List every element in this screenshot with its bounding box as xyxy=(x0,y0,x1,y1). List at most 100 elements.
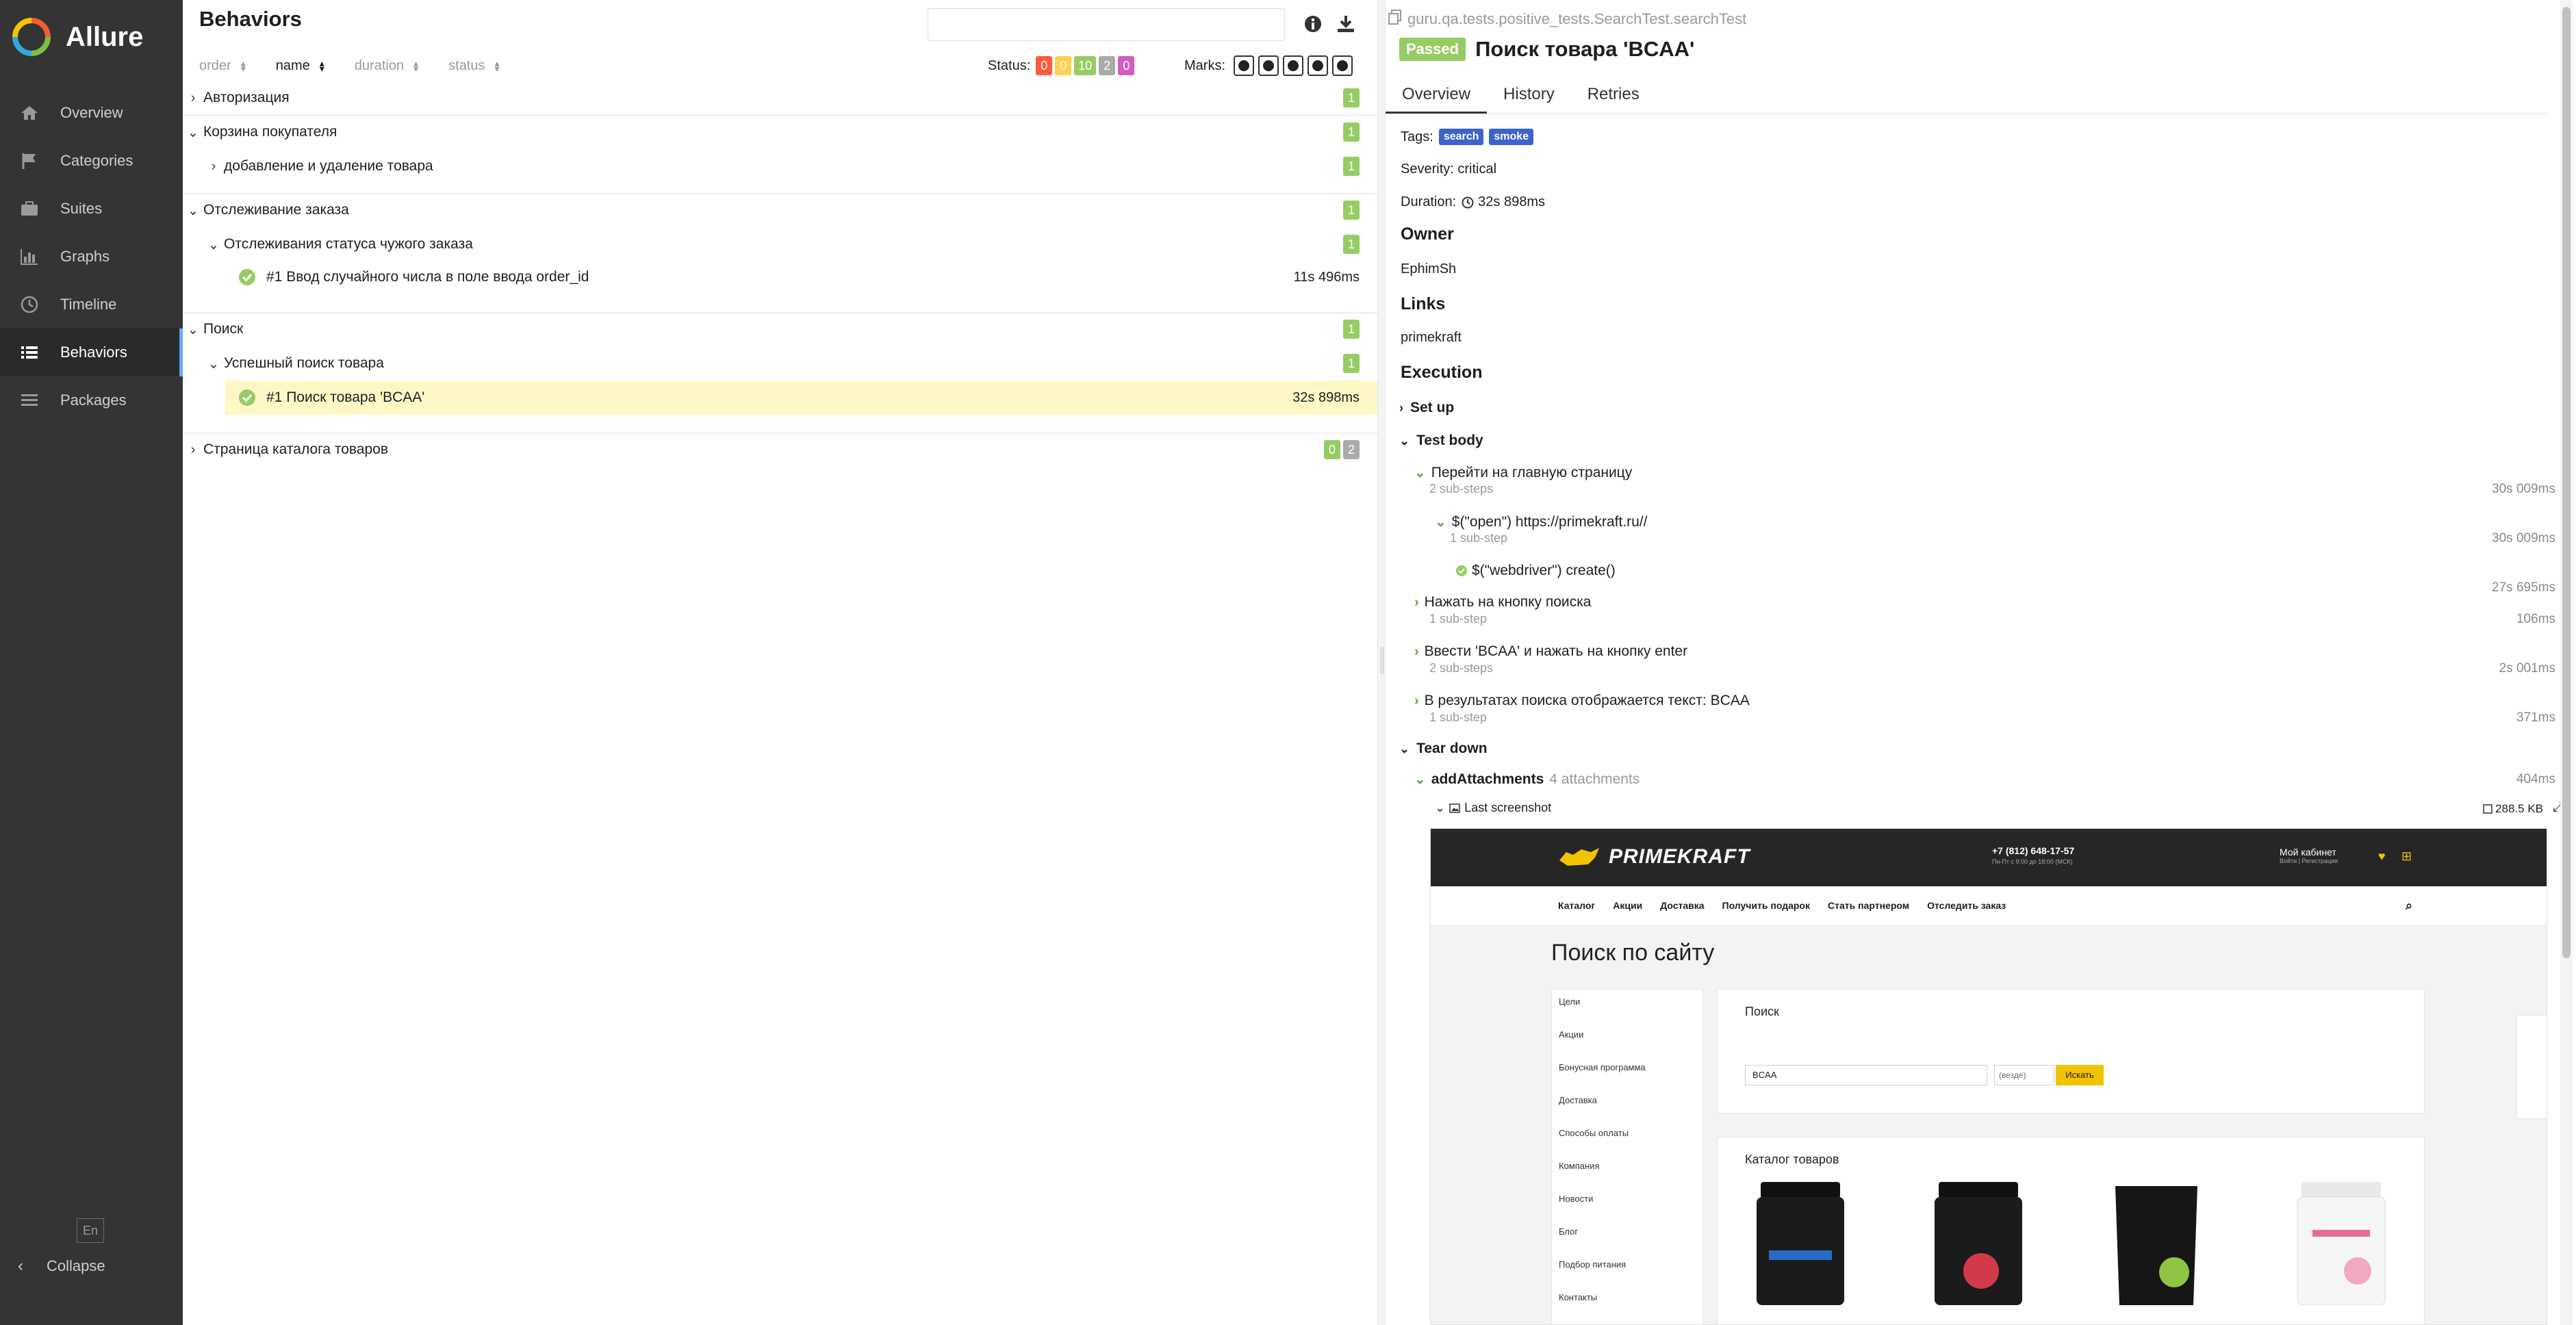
sidebar-item-label: Packages xyxy=(60,391,127,409)
info-icon[interactable] xyxy=(1303,14,1323,34)
site-nav-item: Акции xyxy=(1613,900,1643,911)
status-passed-chip[interactable]: 10 xyxy=(1074,56,1097,75)
tree-row-label: #1 Поиск товара 'BCAA' xyxy=(266,389,425,405)
new-broken-mark-icon[interactable] xyxy=(1308,55,1328,76)
site-search-card: Поиск BCAA (везде) Искать xyxy=(1717,989,2425,1114)
detail-scrollbar[interactable] xyxy=(2560,0,2573,1325)
step-name: $("webdriver") create() xyxy=(1472,563,1616,578)
step-name: В результатах поиска отображается текст:… xyxy=(1424,693,1750,708)
status-unknown-chip[interactable]: 0 xyxy=(1118,56,1135,75)
sidebar-item-graphs[interactable]: Graphs xyxy=(0,233,183,281)
test-body-section[interactable]: ⌄ Test body xyxy=(1399,433,1483,449)
status-broken-chip[interactable]: 0 xyxy=(1055,56,1072,75)
duration-line: Duration: 32s 898ms xyxy=(1401,194,1545,210)
tab-history[interactable]: History xyxy=(1487,75,1571,114)
setup-section[interactable]: › Set up xyxy=(1399,400,1454,416)
step-row[interactable]: › В результатах поиска отображается текс… xyxy=(1414,693,1750,709)
sidebar-item-packages[interactable]: Packages xyxy=(0,376,183,424)
bull-logo-icon xyxy=(1559,848,1599,866)
tree-group-row[interactable]: ⌄ Отслеживание заказа 1 xyxy=(183,193,1377,227)
link-primekraft[interactable]: primekraft xyxy=(1401,330,1462,346)
skipped-count-badge: 2 xyxy=(1343,440,1360,459)
status-failed-chip[interactable]: 0 xyxy=(1036,56,1053,75)
collapse-button[interactable]: ‹ Collapse xyxy=(18,1257,105,1276)
site-nav-item: Каталог xyxy=(1558,900,1596,911)
step-row[interactable]: $("webdriver") create() xyxy=(1455,563,1616,579)
teardown-section[interactable]: ⌄ Tear down xyxy=(1399,741,1488,757)
tree-group-row[interactable]: ⌄ Отслеживания статуса чужого заказа 1 xyxy=(183,227,1377,261)
language-switch[interactable]: En xyxy=(77,1218,104,1243)
copy-icon[interactable] xyxy=(1388,10,1402,29)
test-path: guru.qa.tests.positive_tests.SearchTest.… xyxy=(1407,10,1747,27)
site-menu-item: Подбор питания xyxy=(1559,1259,1627,1270)
flaky-mark-icon[interactable] xyxy=(1234,55,1254,76)
step-substeps: 2 sub-steps xyxy=(1429,482,1494,496)
attachments-step[interactable]: ⌄ addAttachments 4 attachments xyxy=(1414,771,1640,788)
sort-order[interactable]: order ▴ ▾ xyxy=(199,58,246,74)
tree-group-row[interactable]: › Страница каталога товаров 0 2 xyxy=(183,433,1377,467)
execution-heading: Execution xyxy=(1401,363,1483,382)
step-row[interactable]: ⌄ $("open") https://primekraft.ru// xyxy=(1435,513,1647,530)
tab-retries[interactable]: Retries xyxy=(1571,75,1656,114)
download-icon[interactable] xyxy=(1336,14,1356,34)
site-nav: Каталог Акции Доставка Получить подарок … xyxy=(1431,886,2547,925)
sort-status[interactable]: status ▴ ▾ xyxy=(448,58,499,74)
menu-lines-icon xyxy=(18,389,41,412)
sort-arrows-icon: ▴ ▾ xyxy=(413,57,419,74)
tree-group-row[interactable]: › добавление и удаление товара 1 xyxy=(183,149,1377,183)
step-name: $("open") https://primekraft.ru// xyxy=(1451,513,1648,530)
tree-test-row[interactable]: #1 Ввод случайного числа в поле ввода or… xyxy=(183,260,1377,294)
product-jar-image xyxy=(1935,1182,2022,1305)
chevron-right-icon: › xyxy=(211,158,216,174)
file-icon xyxy=(2483,804,2492,814)
site-account: Мой кабинет Войти | Регистрация xyxy=(2280,847,2338,864)
sidebar-item-overview[interactable]: Overview xyxy=(0,89,183,137)
section-label: Set up xyxy=(1410,400,1455,415)
retries-mark-icon[interactable] xyxy=(1332,55,1353,76)
site-menu-item: Доставка xyxy=(1559,1095,1597,1105)
tree-test-row-selected[interactable]: #1 Поиск товара 'BCAA' 32s 898ms xyxy=(225,381,1377,415)
behaviors-pane: Behaviors order ▴ ▾ name ▴ ▾ duration ▴ ▾ stat… xyxy=(183,0,1377,1325)
tree-group-row[interactable]: ⌄ Поиск 1 xyxy=(183,312,1377,346)
sort-duration[interactable]: duration ▴ ▾ xyxy=(355,58,418,74)
detail-tabs: Overview History Retries xyxy=(1386,75,2549,114)
tree-group-row[interactable]: ⌄ Корзина покупателя 1 xyxy=(183,115,1377,149)
sidebar-item-behaviors[interactable]: Behaviors xyxy=(0,329,183,376)
filter-input[interactable] xyxy=(928,8,1285,41)
chevron-down-icon: ⌄ xyxy=(1399,433,1410,448)
tree-row-label: Поиск xyxy=(203,321,244,337)
sidebar-item-categories[interactable]: Categories xyxy=(0,137,183,185)
new-failed-mark-icon[interactable] xyxy=(1258,55,1279,76)
step-substeps: 2 sub-steps xyxy=(1429,661,1494,675)
chevron-down-icon: ⌄ xyxy=(187,203,199,218)
site-menu: Цели Акции Бонусная программа Доставка С… xyxy=(1551,989,1703,1324)
step-row[interactable]: ⌄ Перейти на главную страницу xyxy=(1414,464,1632,481)
marks-filter: Marks: xyxy=(1184,53,1353,78)
sort-name[interactable]: name ▴ ▾ xyxy=(276,58,324,74)
site-menu-item: Компания xyxy=(1559,1161,1600,1171)
tree-group-row[interactable]: › Авторизация 1 xyxy=(183,81,1377,115)
pane-resizer[interactable] xyxy=(1377,0,1386,1325)
tab-overview[interactable]: Overview xyxy=(1386,75,1488,114)
chevron-down-icon: ⌄ xyxy=(1414,465,1426,480)
site-account-label: Мой кабинет xyxy=(2280,847,2336,858)
site-logo: PRIMEKRAFT xyxy=(1558,845,1750,869)
step-row[interactable]: › Ввести 'BCAA' и нажать на кнопку enter xyxy=(1414,643,1687,660)
tag: smoke xyxy=(1489,129,1534,145)
marks-label: Marks: xyxy=(1184,57,1225,73)
tree-row-label: Корзина покупателя xyxy=(203,124,337,140)
new-passed-mark-icon[interactable] xyxy=(1283,55,1303,76)
step-row[interactable]: › Нажать на кнопку поиска xyxy=(1414,594,1592,610)
tree-group-row[interactable]: ⌄ Успешный поиск товара 1 xyxy=(183,346,1377,381)
chevron-down-icon: ⌄ xyxy=(207,237,220,253)
sidebar-item-label: Graphs xyxy=(60,248,110,265)
sidebar-item-suites[interactable]: Suites xyxy=(0,185,183,233)
sort-bar: order ▴ ▾ name ▴ ▾ duration ▴ ▾ status ▴ ▾ xyxy=(199,53,530,78)
brand[interactable]: Allure xyxy=(12,15,143,59)
severity-line: Severity: critical xyxy=(1401,162,1497,177)
sidebar-item-timeline[interactable]: Timeline xyxy=(0,281,183,329)
status-skipped-chip[interactable]: 2 xyxy=(1099,56,1116,75)
count-badge: 1 xyxy=(1343,88,1360,107)
step-duration: 27s 695ms xyxy=(2492,580,2555,595)
attachment-row[interactable]: ⌄ Last screenshot xyxy=(1435,801,1551,815)
